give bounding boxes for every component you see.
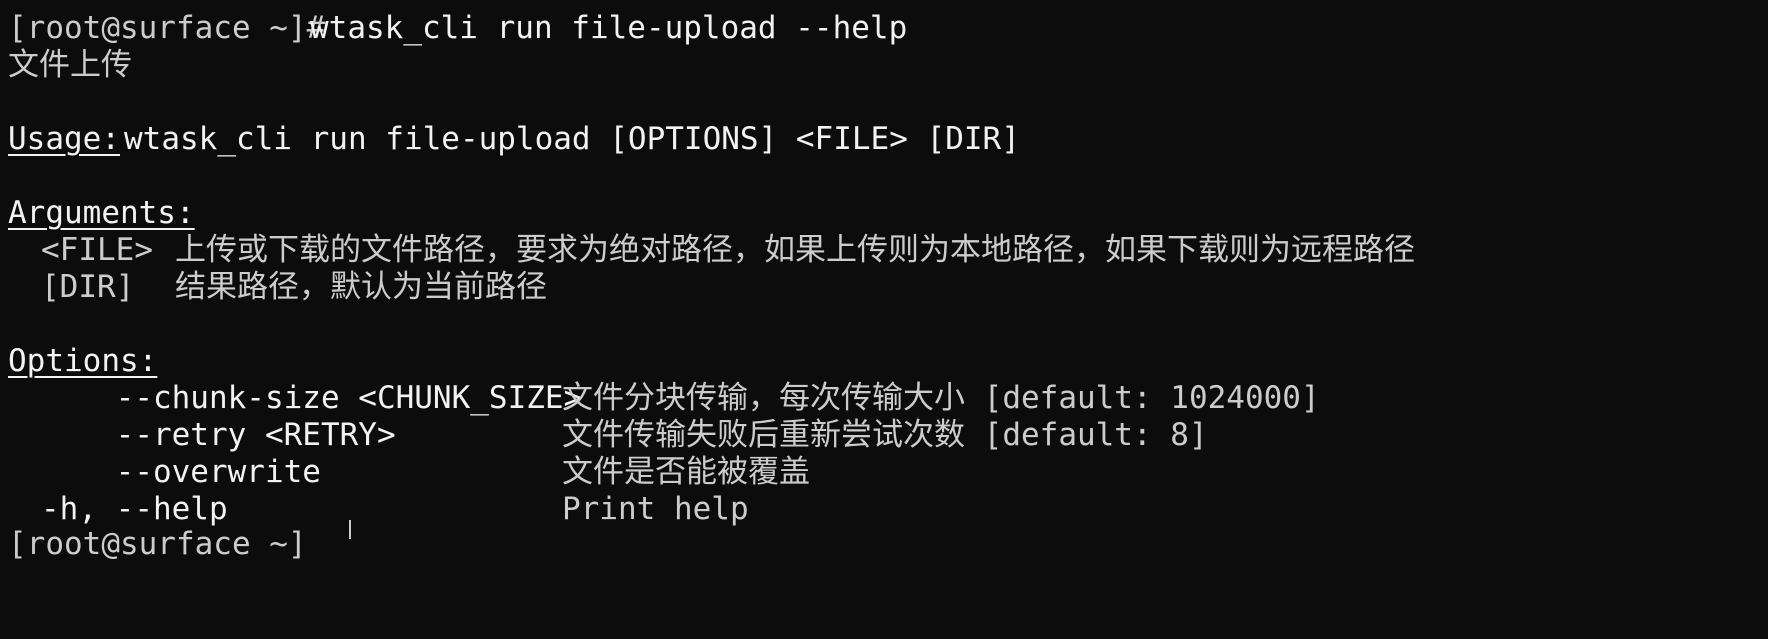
option-help: 文件是否能被覆盖	[562, 454, 810, 490]
command-line: [root@surface ~]# wtask_cli run file-upl…	[8, 10, 1768, 47]
options-heading: Options:	[8, 343, 158, 379]
option-flag: -h, --help	[41, 491, 228, 527]
arguments-heading-line: Arguments:	[8, 195, 1768, 232]
command-text: wtask_cli run file-upload --help	[310, 10, 908, 46]
argument-row: <FILE> 上传或下载的文件路径，要求为绝对路径，如果上传则为本地路径，如果下…	[8, 232, 1768, 269]
shell-prompt: [root@surface ~]#	[8, 10, 326, 46]
argument-help: 上传或下载的文件路径，要求为绝对路径，如果上传则为本地路径，如果下载则为远程路径	[175, 232, 1415, 268]
option-row: -h, --help Print help	[8, 491, 1768, 528]
description-line: 文件上传	[8, 47, 1768, 84]
option-help: 文件分块传输，每次传输大小 [default: 1024000]	[562, 380, 1320, 416]
argument-row: [DIR] 结果路径，默认为当前路径	[8, 269, 1768, 306]
next-prompt-partial: [root@surface ~]	[8, 526, 307, 562]
usage-text: wtask_cli run file-upload [OPTIONS] <FIL…	[124, 121, 1020, 157]
usage-line: Usage: wtask_cli run file-upload [OPTION…	[8, 121, 1768, 158]
option-help: Print help	[562, 491, 749, 527]
text-cursor	[349, 520, 351, 539]
option-row: --retry <RETRY> 文件传输失败后重新尝试次数 [default: …	[8, 417, 1768, 454]
option-row: --chunk-size <CHUNK_SIZE> 文件分块传输，每次传输大小 …	[8, 380, 1768, 417]
argument-name: [DIR]	[41, 269, 135, 305]
usage-heading: Usage:	[8, 121, 120, 157]
options-heading-line: Options:	[8, 343, 1768, 380]
argument-name: <FILE>	[41, 232, 153, 268]
option-row: --overwrite 文件是否能被覆盖	[8, 454, 1768, 491]
argument-help: 结果路径，默认为当前路径	[175, 269, 547, 305]
option-flag: --retry <RETRY>	[41, 417, 396, 453]
terminal-window[interactable]: [root@surface ~]# wtask_cli run file-upl…	[0, 0, 1768, 562]
arguments-heading: Arguments:	[8, 195, 195, 231]
command-description: 文件上传	[8, 47, 132, 83]
option-flag: --chunk-size <CHUNK_SIZE>	[41, 380, 583, 416]
option-flag: --overwrite	[41, 454, 321, 490]
option-help: 文件传输失败后重新尝试次数 [default: 8]	[562, 417, 1208, 453]
